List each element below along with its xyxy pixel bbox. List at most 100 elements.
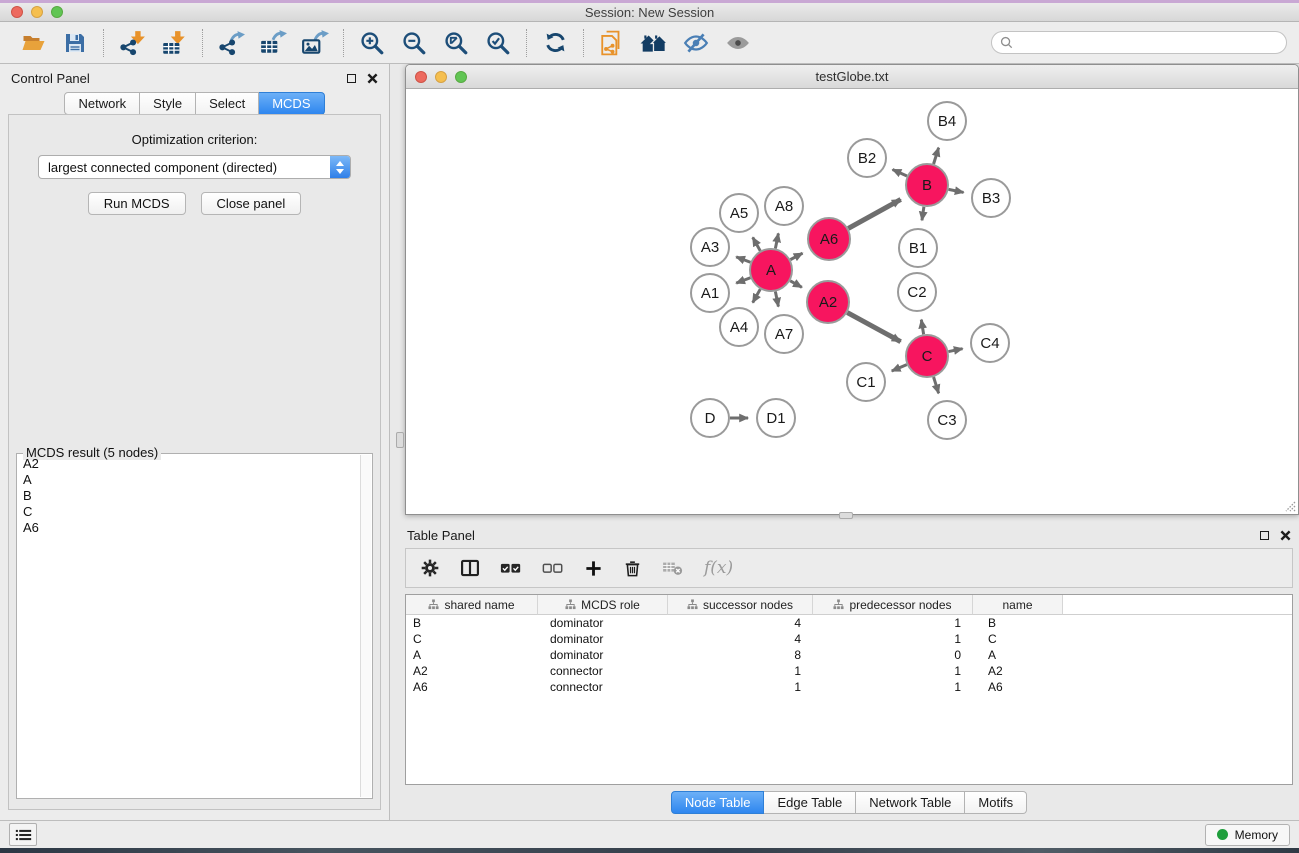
horizontal-split-handle[interactable]: [839, 512, 853, 519]
edge-A-A4[interactable]: [753, 289, 761, 302]
node-A4[interactable]: [720, 308, 758, 346]
zoom-selected-button[interactable]: [477, 26, 519, 60]
cell-shared-name[interactable]: A6: [406, 680, 538, 694]
table-row[interactable]: Bdominator41B: [406, 615, 1292, 631]
zoom-fit-button[interactable]: [435, 26, 477, 60]
tab-network[interactable]: Network: [64, 92, 140, 115]
edge-A-A2[interactable]: [790, 281, 802, 288]
column-header-successor-nodes[interactable]: successor nodes: [668, 595, 813, 615]
save-session-button[interactable]: [54, 26, 96, 60]
node-A2[interactable]: [807, 281, 849, 323]
cell-name[interactable]: B: [973, 616, 1063, 630]
tab-mcds[interactable]: MCDS: [259, 92, 324, 115]
maximize-window-button[interactable]: [51, 6, 63, 18]
column-header-MCDS-role[interactable]: MCDS role: [538, 595, 668, 615]
tab-network-table[interactable]: Network Table: [856, 791, 965, 814]
column-header-name[interactable]: name: [973, 595, 1063, 615]
show-columns-button[interactable]: [460, 558, 480, 578]
network-close-button[interactable]: [415, 71, 427, 83]
edge-A-A8[interactable]: [775, 233, 778, 248]
minimize-window-button[interactable]: [31, 6, 43, 18]
table-row[interactable]: Adominator80A: [406, 647, 1292, 663]
delete-columns-button[interactable]: [623, 559, 642, 578]
node-B4[interactable]: [928, 102, 966, 140]
column-header-predecessor-nodes[interactable]: predecessor nodes: [813, 595, 973, 615]
close-window-button[interactable]: [11, 6, 23, 18]
edge-A2-C[interactable]: [847, 313, 900, 342]
tab-edge-table[interactable]: Edge Table: [764, 791, 856, 814]
cell-MCDS-role[interactable]: connector: [538, 680, 668, 694]
result-item[interactable]: C: [19, 504, 359, 520]
node-B2[interactable]: [848, 139, 886, 177]
refresh-button[interactable]: [534, 26, 576, 60]
cell-predecessor-nodes[interactable]: 1: [813, 664, 973, 678]
network-canvas[interactable]: B4B2BB3A8A5A6A3B1AC2A1A2A4A7C4CC1DD1C3: [406, 89, 1298, 514]
node-A7[interactable]: [765, 315, 803, 353]
cell-shared-name[interactable]: A: [406, 648, 538, 662]
edge-B-B2[interactable]: [893, 169, 907, 175]
task-history-button[interactable]: [9, 823, 37, 846]
cell-MCDS-role[interactable]: connector: [538, 664, 668, 678]
node-A5[interactable]: [720, 194, 758, 232]
close-panel-button[interactable]: Close panel: [201, 192, 302, 215]
search-input[interactable]: [1018, 36, 1278, 50]
table-options-button[interactable]: [420, 558, 440, 578]
table-row[interactable]: A6connector11A6: [406, 679, 1292, 695]
node-C[interactable]: [906, 335, 948, 377]
network-maximize-button[interactable]: [455, 71, 467, 83]
node-A8[interactable]: [765, 187, 803, 225]
edge-A-A5[interactable]: [753, 237, 761, 250]
open-session-button[interactable]: [12, 26, 54, 60]
cell-shared-name[interactable]: B: [406, 616, 538, 630]
memory-button[interactable]: Memory: [1205, 824, 1290, 846]
cell-successor-nodes[interactable]: 1: [668, 680, 813, 694]
select-all-columns-button[interactable]: [500, 560, 522, 577]
import-network-button[interactable]: [111, 26, 153, 60]
table-row[interactable]: A2connector11A2: [406, 663, 1292, 679]
function-builder-button[interactable]: f(x): [704, 558, 733, 578]
new-network-from-file-button[interactable]: [591, 26, 633, 60]
resize-grip-icon[interactable]: [1284, 500, 1296, 512]
node-A1[interactable]: [691, 274, 729, 312]
float-table-panel-icon[interactable]: [1260, 531, 1269, 540]
edge-A-A3[interactable]: [736, 257, 750, 262]
column-header-shared-name[interactable]: shared name: [406, 595, 538, 615]
edge-C-C4[interactable]: [949, 349, 963, 352]
node-C1[interactable]: [847, 363, 885, 401]
search-field[interactable]: [991, 31, 1287, 54]
cell-successor-nodes[interactable]: 8: [668, 648, 813, 662]
edge-C-C3[interactable]: [934, 377, 939, 393]
edge-A-A6[interactable]: [790, 253, 802, 259]
unselect-all-columns-button[interactable]: [542, 560, 564, 577]
result-item[interactable]: B: [19, 488, 359, 504]
result-item[interactable]: A2: [19, 456, 359, 472]
node-A[interactable]: [750, 249, 792, 291]
node-A6[interactable]: [808, 218, 850, 260]
home-button[interactable]: [633, 26, 675, 60]
cell-successor-nodes[interactable]: 1: [668, 664, 813, 678]
close-panel-icon[interactable]: [367, 73, 378, 84]
cell-MCDS-role[interactable]: dominator: [538, 648, 668, 662]
tab-motifs[interactable]: Motifs: [965, 791, 1027, 814]
edge-A-A1[interactable]: [736, 278, 750, 283]
vertical-split-handle[interactable]: [396, 432, 404, 448]
edge-C-C1[interactable]: [892, 365, 907, 371]
import-table-button[interactable]: [153, 26, 195, 60]
node-C2[interactable]: [898, 273, 936, 311]
optimization-criterion-select[interactable]: largest connected component (directed): [38, 155, 351, 179]
float-panel-icon[interactable]: [347, 74, 356, 83]
edge-C-C2[interactable]: [921, 320, 923, 335]
close-table-panel-icon[interactable]: [1280, 530, 1291, 541]
hide-graphics-details-button[interactable]: [675, 26, 717, 60]
show-graphics-details-button[interactable]: [717, 26, 759, 60]
tab-node-table[interactable]: Node Table: [671, 791, 765, 814]
network-minimize-button[interactable]: [435, 71, 447, 83]
create-column-button[interactable]: [584, 559, 603, 578]
zoom-out-button[interactable]: [393, 26, 435, 60]
delete-table-button[interactable]: [662, 559, 684, 577]
node-C3[interactable]: [928, 401, 966, 439]
node-B[interactable]: [906, 164, 948, 206]
cell-successor-nodes[interactable]: 4: [668, 632, 813, 646]
cell-name[interactable]: A6: [973, 680, 1063, 694]
tab-style[interactable]: Style: [140, 92, 196, 115]
